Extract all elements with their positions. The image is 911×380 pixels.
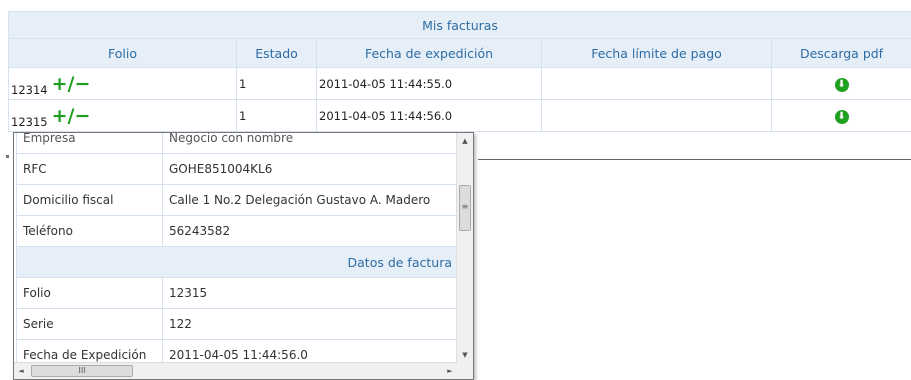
download-arrow-icon[interactable]: ⬇	[835, 78, 849, 92]
download-cell: ⬇	[772, 100, 911, 132]
detail-value: Calle 1 No.2 Delegación Gustavo A. Mader…	[163, 185, 459, 216]
invoices-table: Mis facturas Folio Estado Fecha de exped…	[8, 11, 911, 132]
vertical-scroll-thumb[interactable]: ≡	[459, 185, 471, 231]
detail-label: Serie	[17, 309, 163, 340]
scroll-up-arrow-icon[interactable]: ▲	[457, 133, 473, 149]
horizontal-scroll-thumb[interactable]: III	[31, 365, 133, 377]
expand-toggle[interactable]: +/−	[52, 105, 91, 127]
estado-cell: 1	[237, 68, 317, 100]
expand-toggle[interactable]: +/−	[52, 73, 91, 95]
invoice-detail-popup[interactable]: Empresa Negocio con nombre RFC GOHE85100…	[13, 132, 474, 380]
detail-table: Empresa Negocio con nombre RFC GOHE85100…	[16, 132, 459, 371]
detail-row-serie: Serie 122	[17, 309, 459, 340]
table-caption: Mis facturas	[9, 12, 911, 39]
horizontal-scrollbar[interactable]: ◄ III ►	[14, 362, 457, 379]
scroll-right-arrow-icon[interactable]: ►	[443, 363, 457, 379]
vertical-scrollbar[interactable]: ▲ ≡ ▼	[456, 133, 473, 363]
download-cell: ⬇	[772, 68, 911, 100]
table-row: 12315 +/− 1 2011-04-05 11:44:56.0 ⬇	[9, 100, 911, 132]
detail-row-domicilio: Domicilio fiscal Calle 1 No.2 Delegación…	[17, 185, 459, 216]
folio-value: 12314	[11, 83, 48, 97]
limite-cell	[542, 100, 772, 132]
folio-value: 12315	[11, 115, 48, 129]
detail-label: Folio	[17, 278, 163, 309]
detail-label: Domicilio fiscal	[17, 185, 163, 216]
detail-row-rfc: RFC GOHE851004KL6	[17, 154, 459, 185]
section-title: Datos de factura	[17, 247, 459, 278]
detail-label: RFC	[17, 154, 163, 185]
detail-value: 122	[163, 309, 459, 340]
tick-mark	[6, 155, 9, 158]
scroll-down-arrow-icon[interactable]: ▼	[457, 347, 473, 363]
fecha-cell: 2011-04-05 11:44:55.0	[317, 68, 542, 100]
download-arrow-icon[interactable]: ⬇	[835, 110, 849, 124]
divider-line	[478, 159, 911, 160]
detail-value: 12315	[163, 278, 459, 309]
detail-section-header: Datos de factura	[17, 247, 459, 278]
limite-cell	[542, 68, 772, 100]
detail-row-empresa: Empresa Negocio con nombre	[17, 132, 459, 154]
grip-icon: ≡	[460, 202, 470, 211]
scroll-left-arrow-icon[interactable]: ◄	[14, 363, 28, 379]
detail-value: 56243582	[163, 216, 459, 247]
folio-cell: 12315 +/−	[9, 100, 237, 132]
column-header-descarga[interactable]: Descarga pdf	[772, 39, 911, 68]
scroll-corner	[457, 363, 473, 379]
column-header-fecha-expedicion[interactable]: Fecha de expedición	[317, 39, 542, 68]
detail-row-telefono: Teléfono 56243582	[17, 216, 459, 247]
fecha-cell: 2011-04-05 11:44:56.0	[317, 100, 542, 132]
column-header-folio[interactable]: Folio	[9, 39, 237, 68]
detail-value: Negocio con nombre	[163, 132, 459, 154]
folio-cell: 12314 +/−	[9, 68, 237, 100]
column-header-fecha-limite[interactable]: Fecha límite de pago	[542, 39, 772, 68]
detail-row-folio: Folio 12315	[17, 278, 459, 309]
estado-cell: 1	[237, 100, 317, 132]
table-row: 12314 +/− 1 2011-04-05 11:44:55.0 ⬇	[9, 68, 911, 100]
column-header-estado[interactable]: Estado	[237, 39, 317, 68]
detail-value: GOHE851004KL6	[163, 154, 459, 185]
detail-label: Empresa	[17, 132, 163, 154]
detail-label: Teléfono	[17, 216, 163, 247]
